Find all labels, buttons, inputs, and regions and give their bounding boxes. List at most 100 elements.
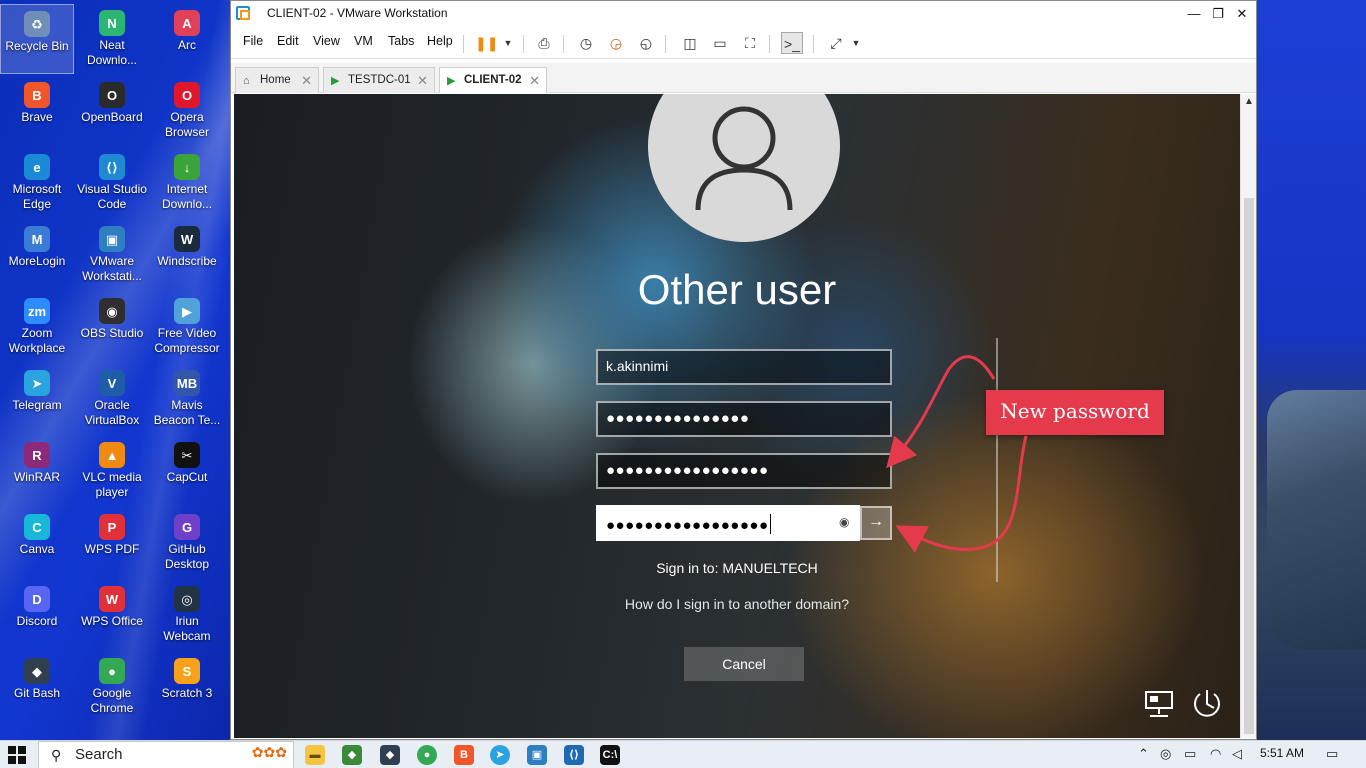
virtualbox-icon: V [99, 370, 125, 396]
revert-snapshot-icon[interactable]: ◶ [605, 32, 627, 54]
desktop-icon-label: OpenBoard [81, 110, 143, 124]
taskbar-clock[interactable]: 5:51 AM [1260, 746, 1304, 760]
thumbnail-view-icon[interactable]: ▭ [709, 32, 731, 54]
menu-tabs[interactable]: Tabs [388, 34, 414, 48]
snapshot-manager-icon[interactable]: ◵ [635, 32, 657, 54]
desktop-icon-label: Zoom Workplace [8, 326, 66, 355]
desktop-icon[interactable]: D Discord [0, 580, 74, 650]
desktop-icon-label: Windscribe [157, 254, 217, 268]
webcam-tray-icon[interactable]: ◎ [1160, 746, 1171, 762]
menu-view[interactable]: View [313, 34, 340, 48]
menu-file[interactable]: File [243, 34, 263, 48]
windows-start-icon[interactable] [8, 746, 26, 764]
search-highlight-icon: ✿✿✿ [251, 744, 287, 760]
vmware-taskbar-icon[interactable]: ▣ [527, 745, 547, 765]
desktop-wallpaper-right [1257, 0, 1366, 740]
menu-edit[interactable]: Edit [277, 34, 299, 48]
desktop-icon[interactable]: M MoreLogin [0, 220, 74, 290]
desktop-icon[interactable]: e Microsoft Edge [0, 148, 74, 218]
ease-of-access-icon[interactable] [1190, 688, 1224, 720]
chevron-down-icon[interactable]: ▼ [845, 32, 867, 54]
desktop-icon[interactable]: ⟨⟩ Visual Studio Code [75, 148, 149, 218]
desktop-icon[interactable]: B Brave [0, 76, 74, 146]
desktop-icon[interactable]: O OpenBoard [75, 76, 149, 146]
cmd-taskbar-icon[interactable]: C:\ [600, 745, 620, 765]
desktop-icon-label: MoreLogin [8, 254, 66, 268]
guest-screen[interactable]: Other user k.akinnimi ●●●●●●●●●●●●●●● ●●… [234, 94, 1240, 738]
desktop-icon[interactable]: MB Mavis Beacon Te... [150, 364, 224, 434]
chevron-down-icon[interactable]: ▼ [497, 32, 519, 54]
desktop-icon[interactable]: ◉ OBS Studio [75, 292, 149, 362]
desktop-icon[interactable]: W Windscribe [150, 220, 224, 290]
close-icon[interactable]: ✕ [417, 73, 428, 89]
battery-icon[interactable]: ▭ [1184, 746, 1196, 762]
vscode-taskbar-icon[interactable]: ⟨⟩ [564, 745, 584, 765]
show-hidden-icons-icon[interactable]: ⌃ [1138, 746, 1149, 762]
desktop-icon-label: Mavis Beacon Te... [153, 398, 221, 427]
tab-client-02[interactable]: ▶ CLIENT-02 ✕ [439, 67, 547, 93]
morelogin-icon: M [24, 226, 50, 252]
neat-download-icon: N [99, 10, 125, 36]
desktop-icon-label: Neat Downlo... [86, 38, 138, 67]
desktop-icon[interactable]: A Arc [150, 4, 224, 74]
stretch-guest-icon[interactable]: ⤢ [825, 32, 847, 54]
desktop-icon[interactable]: ➤ Telegram [0, 364, 74, 434]
wps-office-icon: W [99, 586, 125, 612]
toolbar-separator [769, 35, 770, 53]
desktop-icon[interactable]: ▲ VLC media player [75, 436, 149, 506]
maximize-button[interactable]: ❐ [1207, 4, 1229, 24]
desktop-icon[interactable]: zm Zoom Workplace [0, 292, 74, 362]
desktop-icon[interactable]: O Opera Browser [150, 76, 224, 146]
close-button[interactable]: ✕ [1231, 4, 1253, 24]
scroll-up-icon[interactable]: ▲ [1244, 96, 1254, 107]
idm-taskbar-icon[interactable]: ◆ [342, 745, 362, 765]
desktop-icon[interactable]: W WPS Office [75, 580, 149, 650]
close-icon[interactable]: ✕ [301, 73, 312, 89]
fullscreen-icon[interactable]: ⛶ [739, 32, 761, 54]
telegram-taskbar-icon[interactable]: ➤ [490, 745, 510, 765]
close-icon[interactable]: ✕ [529, 73, 540, 89]
send-ctrl-alt-del-icon[interactable]: ⎙ [533, 32, 555, 54]
desktop-icon[interactable]: V Oracle VirtualBox [75, 364, 149, 434]
taskbar-search-box[interactable]: ⚲ Search ✿✿✿ [38, 741, 294, 768]
file-explorer-icon[interactable]: ▬ [305, 745, 325, 765]
pause-icon[interactable]: ❚❚ [475, 32, 498, 54]
brave-taskbar-icon[interactable]: B [454, 745, 474, 765]
desktop-icon[interactable]: ↓ Internet Downlo... [150, 148, 224, 218]
minimize-button[interactable]: — [1183, 4, 1205, 24]
scrollbar-thumb[interactable] [1244, 198, 1254, 734]
vertical-scrollbar[interactable]: ▲ [1240, 94, 1256, 738]
notifications-icon[interactable]: ▭ [1326, 746, 1338, 762]
vlc-icon: ▲ [99, 442, 125, 468]
wifi-icon[interactable]: ◠ [1210, 746, 1221, 762]
snapshot-icon[interactable]: ◷ [575, 32, 597, 54]
desktop-icon[interactable]: ● Google Chrome [75, 652, 149, 722]
desktop-icon[interactable]: ◎ Iriun Webcam [150, 580, 224, 650]
chrome-taskbar-icon[interactable]: ● [417, 745, 437, 765]
volume-icon[interactable]: ◁ [1232, 746, 1242, 762]
desktop-icon[interactable]: G GitHub Desktop [150, 508, 224, 578]
git-taskbar-icon[interactable]: ◆ [380, 745, 400, 765]
tab-testdc-01[interactable]: ▶ TESTDC-01 ✕ [323, 67, 435, 93]
menu-vm[interactable]: VM [354, 34, 373, 48]
vmware-icon: ▣ [99, 226, 125, 252]
toolbar-separator [813, 35, 814, 53]
desktop-icon[interactable]: ▶ Free Video Compressor [150, 292, 224, 362]
desktop-icon[interactable]: ◆ Git Bash [0, 652, 74, 722]
desktop-icon[interactable]: ▣ VMware Workstati... [75, 220, 149, 290]
desktop-icon[interactable]: ✂ CapCut [150, 436, 224, 506]
menu-help[interactable]: Help [427, 34, 453, 48]
menu-bar: File Edit View VM Tabs Help ❚❚ ▼ ⎙ ◷ ◶ ◵… [231, 27, 1256, 59]
desktop-icon[interactable]: ♻ Recycle Bin [0, 4, 74, 74]
desktop-icon[interactable]: P WPS PDF [75, 508, 149, 578]
desktop-icon[interactable]: C Canva [0, 508, 74, 578]
desktop-icon[interactable]: R WinRAR [0, 436, 74, 506]
desktop-icon[interactable]: S Scratch 3 [150, 652, 224, 722]
desktop-icon[interactable]: N Neat Downlo... [75, 4, 149, 74]
library-view-icon[interactable]: ◫ [679, 32, 701, 54]
desktop-icon-label: OBS Studio [80, 326, 144, 340]
network-icon[interactable] [1144, 690, 1176, 718]
console-view-icon[interactable]: >_ [781, 32, 803, 54]
brave-icon: B [24, 82, 50, 108]
tab-home[interactable]: ⌂ Home ✕ [235, 67, 319, 93]
